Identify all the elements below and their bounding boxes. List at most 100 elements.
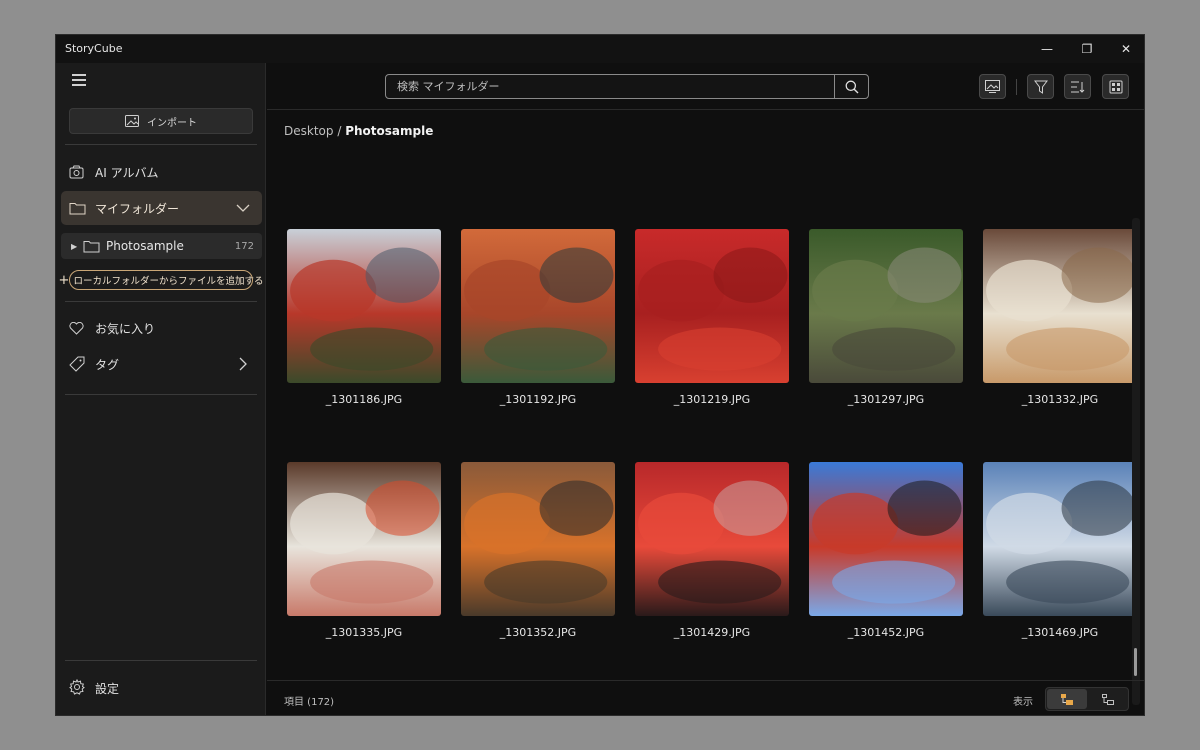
photo-thumbnail[interactable] (461, 229, 615, 383)
add-local-folder-button[interactable]: + ローカルフォルダーからファイルを追加する (59, 270, 263, 290)
photo-tile[interactable]: _1301297.JPG (809, 229, 963, 406)
folder-count: 172 (234, 240, 254, 252)
import-button[interactable]: インポート (69, 108, 253, 134)
grid-view-button[interactable] (1102, 74, 1129, 99)
tree-view-outline-icon (1102, 693, 1114, 705)
filter-button[interactable] (1027, 74, 1054, 99)
breadcrumb: Desktop / Photosample (284, 124, 433, 138)
image-import-icon (125, 114, 139, 127)
photo-thumbnail[interactable] (809, 462, 963, 616)
photo-filename: _1301192.JPG (499, 393, 577, 406)
photo-tile[interactable]: _1301429.JPG (635, 462, 789, 639)
photo-filename: _1301452.JPG (847, 626, 925, 639)
grid-icon (1109, 80, 1122, 93)
photo-tile[interactable]: _1301335.JPG (287, 462, 441, 639)
photo-tile[interactable]: _1301219.JPG (635, 229, 789, 406)
sidebar-item-my-folder[interactable]: マイフォルダー (61, 191, 262, 225)
app-window: StoryCube — ❐ ✕ インポート AI アルバム マイフォルダー ▶ … (55, 34, 1145, 716)
photo-tile[interactable]: _1301192.JPG (461, 229, 615, 406)
scrollbar-thumb[interactable] (1134, 648, 1137, 676)
photo-filename: _1301469.JPG (1021, 626, 1099, 639)
sidebar-item-label: タグ (95, 357, 120, 372)
vertical-scrollbar[interactable] (1132, 218, 1140, 705)
restore-button[interactable]: ❐ (1067, 35, 1107, 63)
sidebar-item-label: お気に入り (95, 321, 156, 336)
image-view-icon (985, 80, 1000, 93)
slideshow-button[interactable] (979, 74, 1006, 99)
chevron-down-icon[interactable] (236, 201, 250, 218)
app-title: StoryCube (65, 42, 123, 55)
sidebar-divider (65, 660, 257, 661)
photo-thumbnail[interactable] (809, 229, 963, 383)
photo-filename: _1301186.JPG (325, 393, 403, 406)
folder-tree-item-photosample[interactable]: ▶ Photosample 172 (61, 233, 262, 259)
view-mode-large-button[interactable] (1047, 689, 1087, 709)
photo-tile[interactable]: _1301452.JPG (809, 462, 963, 639)
breadcrumb-separator: / (337, 124, 342, 138)
sort-icon (1070, 81, 1084, 93)
sidebar-divider (65, 301, 257, 302)
sidebar-item-label: AI アルバム (95, 165, 159, 180)
toolbar (267, 63, 1144, 110)
toolbar-separator (1016, 79, 1017, 95)
photo-thumbnail[interactable] (461, 462, 615, 616)
import-label: インポート (147, 117, 197, 129)
view-label: 表示 (1013, 697, 1033, 708)
sidebar-divider (65, 394, 257, 395)
sidebar-item-tags[interactable]: タグ (61, 347, 262, 381)
sidebar: インポート AI アルバム マイフォルダー ▶ Photosample 172 (56, 63, 266, 715)
photo-filename: _1301429.JPG (673, 626, 751, 639)
photo-tile[interactable]: _1301352.JPG (461, 462, 615, 639)
minimize-button[interactable]: — (1027, 35, 1067, 63)
photo-tile[interactable]: _1301469.JPG (983, 462, 1135, 639)
item-count: 項目 (172) (284, 697, 335, 708)
sidebar-item-favorites[interactable]: お気に入り (61, 311, 262, 345)
search-box (385, 74, 869, 99)
plus-icon: + (58, 272, 70, 288)
add-folder-label: ローカルフォルダーからファイルを追加する (73, 276, 264, 287)
filter-icon (1033, 80, 1048, 94)
photo-thumbnail[interactable] (635, 462, 789, 616)
breadcrumb-parent[interactable]: Desktop (284, 124, 334, 138)
status-bar: 項目 (172) 表示 (267, 680, 1144, 715)
search-button[interactable] (834, 75, 868, 98)
chevron-right-icon[interactable] (236, 357, 250, 374)
settings-button[interactable]: 設定 (61, 671, 262, 705)
photo-thumbnail[interactable] (287, 462, 441, 616)
photo-filename: _1301352.JPG (499, 626, 577, 639)
photo-thumbnail[interactable] (983, 462, 1135, 616)
sidebar-item-label: マイフォルダー (95, 201, 180, 216)
folder-name: Photosample (106, 239, 184, 253)
photo-tile[interactable]: _1301332.JPG (983, 229, 1135, 406)
search-input[interactable] (386, 75, 835, 98)
tree-view-icon (1061, 693, 1073, 705)
chevron-right-icon[interactable]: ▶ (71, 242, 83, 251)
sort-button[interactable] (1064, 74, 1091, 99)
photo-filename: _1301219.JPG (673, 393, 751, 406)
view-mode-toggle (1045, 687, 1129, 711)
photo-grid: _1301186.JPG _1301192.JPG _1301219.JPG _130… (267, 213, 1135, 643)
sidebar-divider (65, 144, 257, 145)
heart-icon (69, 321, 95, 335)
hamburger-menu-icon[interactable] (72, 74, 86, 86)
main-content: Desktop / Photosample _1301186.JPG_13011… (267, 63, 1144, 715)
close-button[interactable]: ✕ (1106, 35, 1144, 63)
photo-filename: _1301297.JPG (847, 393, 925, 406)
gear-icon (69, 678, 95, 698)
breadcrumb-current: Photosample (345, 124, 434, 138)
photo-tile[interactable]: _1301186.JPG (287, 229, 441, 406)
folder-icon (69, 201, 95, 215)
folder-icon (83, 239, 100, 253)
settings-label: 設定 (95, 681, 120, 696)
photo-thumbnail[interactable] (983, 229, 1135, 383)
photo-filename: _1301332.JPG (1021, 393, 1099, 406)
view-mode-small-button[interactable] (1088, 689, 1128, 709)
photo-filename: _1301335.JPG (325, 626, 403, 639)
photo-thumbnail[interactable] (287, 229, 441, 383)
search-icon (845, 80, 858, 93)
photo-thumbnail[interactable] (635, 229, 789, 383)
ai-album-icon (69, 165, 95, 179)
tag-icon (69, 356, 95, 372)
sidebar-item-ai-album[interactable]: AI アルバム (61, 155, 262, 189)
title-bar: StoryCube — ❐ ✕ (56, 35, 1144, 63)
